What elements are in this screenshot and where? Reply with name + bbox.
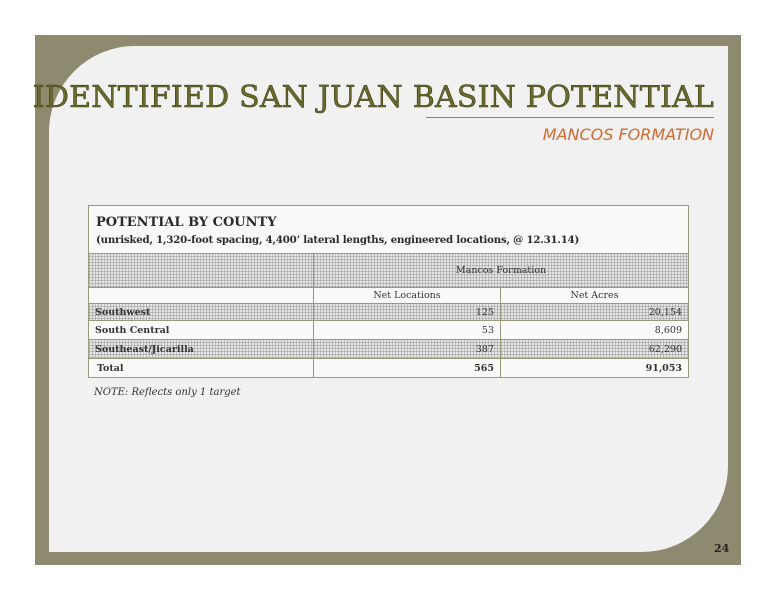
group-header-cell: Mancos Formation xyxy=(313,254,688,287)
row-net-locations: 387 xyxy=(313,340,500,358)
row-net-locations: 125 xyxy=(313,304,500,320)
column-header-label: Net Locations xyxy=(373,290,441,301)
row-label: Southeast/Jicarilla xyxy=(89,340,313,358)
table-row: Southwest 125 20,154 xyxy=(89,304,688,321)
group-header-row: Mancos Formation xyxy=(89,254,688,288)
row-label: South Central xyxy=(95,324,170,336)
table-row: Southeast/Jicarilla 387 62,290 xyxy=(89,340,688,359)
row-net-acres: 20,154 xyxy=(500,304,688,320)
table-heading: POTENTIAL BY COUNTY xyxy=(96,215,277,230)
group-header-label: Mancos Formation xyxy=(455,265,547,276)
potential-table: POTENTIAL BY COUNTY (unrisked, 1,320-foo… xyxy=(88,205,689,378)
footnote: NOTE: Reflects only 1 target xyxy=(94,387,241,398)
column-header-net-acres: Net Acres xyxy=(500,288,688,303)
table-row: South Central 53 8,609 xyxy=(89,321,688,340)
slide-title: IDENTIFIED SAN JUAN BASIN POTENTIAL xyxy=(32,80,714,116)
row-label: Southwest xyxy=(89,304,313,320)
group-header-blank xyxy=(89,254,313,287)
row-net-locations: 53 xyxy=(313,321,500,339)
table-subheading: (unrisked, 1,320-foot spacing, 4,400’ la… xyxy=(96,234,580,246)
column-header-blank xyxy=(89,288,313,303)
total-net-acres: 91,053 xyxy=(500,359,688,377)
total-row: Total 565 91,053 xyxy=(89,359,688,377)
slide-subtitle: MANCOS FORMATION xyxy=(542,125,714,144)
column-header-row: Net Locations Net Acres xyxy=(89,288,688,304)
column-header-label: Net Acres xyxy=(570,290,619,301)
title-divider xyxy=(426,117,714,118)
total-label: Total xyxy=(97,362,124,374)
table-header: POTENTIAL BY COUNTY (unrisked, 1,320-foo… xyxy=(89,206,688,254)
row-net-acres: 8,609 xyxy=(500,321,688,339)
page-number: 24 xyxy=(714,542,730,555)
column-header-net-locations: Net Locations xyxy=(313,288,500,303)
total-net-locations: 565 xyxy=(313,359,500,377)
row-net-acres: 62,290 xyxy=(500,340,688,358)
